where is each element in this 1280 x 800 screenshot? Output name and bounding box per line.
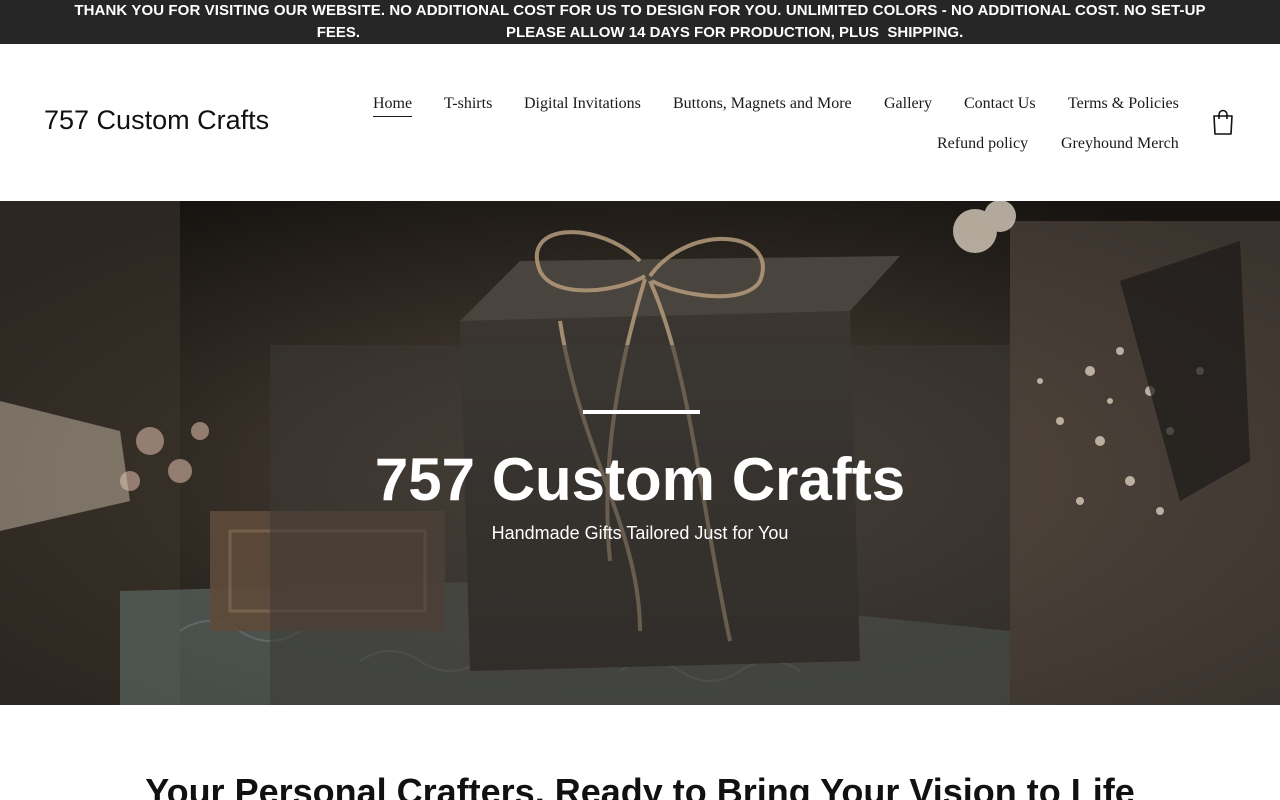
hero-banner: 757 Custom Crafts Handmade Gifts Tailore… — [0, 201, 1280, 705]
nav-home[interactable]: Home — [373, 94, 413, 117]
nav-tshirts[interactable]: T-shirts — [444, 94, 492, 114]
shopping-bag-icon — [1213, 109, 1233, 135]
nav-contact[interactable]: Contact Us — [964, 94, 1036, 114]
nav-terms[interactable]: Terms & Policies — [1068, 94, 1179, 114]
nav-greyhound-merch[interactable]: Greyhound Merch — [1061, 134, 1179, 154]
hero-divider — [583, 410, 700, 414]
announcement-line-1: THANK YOU FOR VISITING OUR WEBSITE. NO A… — [74, 2, 1206, 19]
site-header: 757 Custom Crafts Home T-shirts Digital … — [0, 44, 1280, 201]
announcement-bar: THANK YOU FOR VISITING OUR WEBSITE. NO A… — [0, 0, 1280, 44]
nav-gallery[interactable]: Gallery — [884, 94, 932, 114]
hero-subtitle: Handmade Gifts Tailored Just for You — [491, 523, 789, 543]
nav-buttons-magnets[interactable]: Buttons, Magnets and More — [673, 94, 852, 114]
announcement-line-2: FEES. PLEASE ALLOW 14 DAYS FOR PRODUCTIO… — [316, 24, 964, 41]
hero-title: 757 Custom Crafts — [374, 446, 906, 513]
nav-refund-policy[interactable]: Refund policy — [937, 134, 1028, 154]
nav-digital-invitations[interactable]: Digital Invitations — [524, 94, 641, 114]
cart-button[interactable] — [1211, 108, 1235, 136]
site-title-link[interactable]: 757 Custom Crafts — [44, 105, 269, 136]
section-heading: Your Personal Crafters, Ready to Bring Y… — [145, 771, 1135, 800]
